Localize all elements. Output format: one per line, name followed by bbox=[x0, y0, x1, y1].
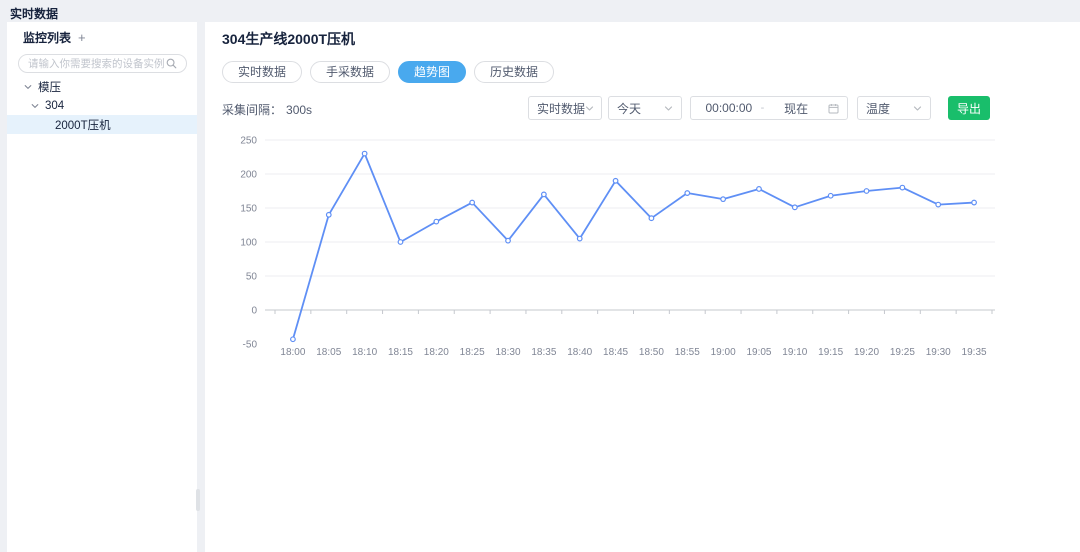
chart-x-tick-label: 18:00 bbox=[280, 347, 305, 358]
chart-data-point bbox=[864, 189, 869, 194]
toolbar-controls: 实时数据 今天 00:00:00 - 现在 温度 bbox=[528, 96, 990, 120]
chart-data-point bbox=[362, 151, 367, 156]
chart-toolbar: 采集间隔： 300s 实时数据 今天 00:00:00 - 现在 bbox=[222, 96, 1080, 120]
tab-trend-chart[interactable]: 趋势图 bbox=[398, 61, 466, 83]
tree-node-304[interactable]: 304 bbox=[7, 96, 197, 115]
chart-data-point bbox=[936, 202, 941, 207]
page-title: 实时数据 bbox=[10, 5, 58, 22]
chart-x-tick-label: 19:05 bbox=[746, 347, 771, 358]
caret-down-icon[interactable] bbox=[24, 83, 32, 91]
device-tree: 模压 304 2000T压机 bbox=[7, 77, 197, 134]
chart-x-tick-label: 18:30 bbox=[496, 347, 521, 358]
chart-data-point bbox=[685, 191, 690, 196]
chevron-down-icon bbox=[913, 104, 922, 113]
chart-x-tick-label: 18:05 bbox=[316, 347, 341, 358]
chart-data-point bbox=[470, 200, 475, 205]
monitor-list-title: 监控列表 bbox=[23, 29, 71, 46]
chart-x-tick-label: 19:35 bbox=[962, 347, 987, 358]
chart-data-point bbox=[291, 337, 296, 342]
chart-data-point bbox=[972, 200, 977, 205]
chart-data-point bbox=[649, 216, 654, 221]
search-icon bbox=[166, 58, 177, 69]
time-start-value: 00:00:00 bbox=[699, 101, 759, 115]
chart-y-tick-label: -50 bbox=[243, 340, 258, 351]
chart-data-point bbox=[506, 238, 511, 243]
chart-data-point bbox=[757, 187, 762, 192]
data-source-select[interactable]: 实时数据 bbox=[528, 96, 602, 120]
tree-node-label: 模压 bbox=[38, 79, 61, 95]
chart-x-tick-label: 18:15 bbox=[388, 347, 413, 358]
data-source-value: 实时数据 bbox=[537, 100, 585, 117]
chart-x-tick-label: 18:55 bbox=[675, 347, 700, 358]
chart-data-point bbox=[577, 236, 582, 241]
chart-data-point bbox=[828, 193, 833, 198]
chart-data-point bbox=[326, 213, 331, 218]
chart-y-tick-label: 100 bbox=[240, 238, 257, 249]
collection-interval: 采集间隔： 300s bbox=[222, 101, 312, 118]
tab-manual-data[interactable]: 手采数据 bbox=[310, 61, 390, 83]
day-select[interactable]: 今天 bbox=[608, 96, 682, 120]
interval-value: 300s bbox=[286, 103, 312, 117]
chart-x-tick-label: 19:25 bbox=[890, 347, 915, 358]
chart-x-tick-label: 19:15 bbox=[818, 347, 843, 358]
chart-data-point bbox=[613, 179, 618, 184]
tree-node-label: 304 bbox=[45, 100, 64, 112]
chart-data-point bbox=[434, 219, 439, 224]
chevron-down-icon bbox=[585, 104, 594, 113]
chart-y-tick-label: 0 bbox=[251, 306, 257, 317]
sidebar-scrollbar-thumb[interactable] bbox=[196, 489, 200, 511]
tab-realtime-data[interactable]: 实时数据 bbox=[222, 61, 302, 83]
device-search-box[interactable] bbox=[18, 54, 187, 73]
tab-history-data[interactable]: 历史数据 bbox=[474, 61, 554, 83]
chart-x-tick-label: 18:20 bbox=[424, 347, 449, 358]
chart-y-tick-label: 50 bbox=[246, 272, 258, 283]
chart-x-tick-label: 19:10 bbox=[782, 347, 807, 358]
chart-y-tick-label: 150 bbox=[240, 204, 257, 215]
metric-select[interactable]: 温度 bbox=[857, 96, 931, 120]
chevron-down-icon bbox=[664, 104, 673, 113]
chart-y-tick-label: 200 bbox=[240, 170, 257, 181]
caret-down-icon[interactable] bbox=[31, 102, 39, 110]
chart-y-tick-label: 250 bbox=[240, 136, 257, 147]
chart-x-tick-label: 19:00 bbox=[711, 347, 736, 358]
chart-data-point bbox=[398, 240, 403, 245]
chart-x-tick-label: 19:20 bbox=[854, 347, 879, 358]
chart-x-tick-label: 19:30 bbox=[926, 347, 951, 358]
tree-node-2000t-press[interactable]: 2000T压机 bbox=[7, 115, 197, 134]
time-range-separator: - bbox=[761, 102, 765, 114]
tree-node-label: 2000T压机 bbox=[55, 117, 111, 133]
metric-select-value: 温度 bbox=[866, 100, 890, 117]
chart-data-point bbox=[721, 197, 726, 202]
time-end-value: 现在 bbox=[766, 100, 826, 117]
calendar-icon bbox=[828, 103, 839, 114]
chart-data-point bbox=[900, 185, 905, 190]
trend-chart: 250 200 150 100 50 0 -50 18:00 18:05 18:10 18:15 18… bbox=[230, 133, 1020, 368]
tree-node-mold[interactable]: 模压 bbox=[7, 77, 197, 96]
device-title: 304生产线2000T压机 bbox=[222, 29, 355, 49]
trend-chart-area: 250 200 150 100 50 0 -50 18:00 18:05 18:10 18:15 18… bbox=[230, 133, 1020, 368]
search-input[interactable] bbox=[28, 58, 166, 70]
add-monitor-icon[interactable]: + bbox=[78, 31, 86, 44]
chart-x-tick-label: 18:35 bbox=[531, 347, 556, 358]
time-range-picker[interactable]: 00:00:00 - 现在 bbox=[690, 96, 848, 120]
chart-x-tick-label: 18:45 bbox=[603, 347, 628, 358]
chart-x-tick-label: 18:40 bbox=[567, 347, 592, 358]
chart-x-tick-label: 18:10 bbox=[352, 347, 377, 358]
main-panel: 304生产线2000T压机 实时数据 手采数据 趋势图 历史数据 采集间隔： 30… bbox=[205, 22, 1080, 552]
tab-bar: 实时数据 手采数据 趋势图 历史数据 bbox=[222, 61, 554, 83]
sidebar: 监控列表 + 模压 304 2000T压机 bbox=[7, 22, 197, 552]
interval-label: 采集间隔： bbox=[222, 103, 282, 117]
day-select-value: 今天 bbox=[617, 100, 641, 117]
export-button[interactable]: 导出 bbox=[948, 96, 990, 120]
chart-data-point bbox=[542, 192, 547, 197]
chart-x-tick-label: 18:25 bbox=[460, 347, 485, 358]
chart-data-point bbox=[793, 205, 798, 210]
chart-x-tick-label: 18:50 bbox=[639, 347, 664, 358]
monitor-list-header: 监控列表 + bbox=[7, 22, 197, 50]
